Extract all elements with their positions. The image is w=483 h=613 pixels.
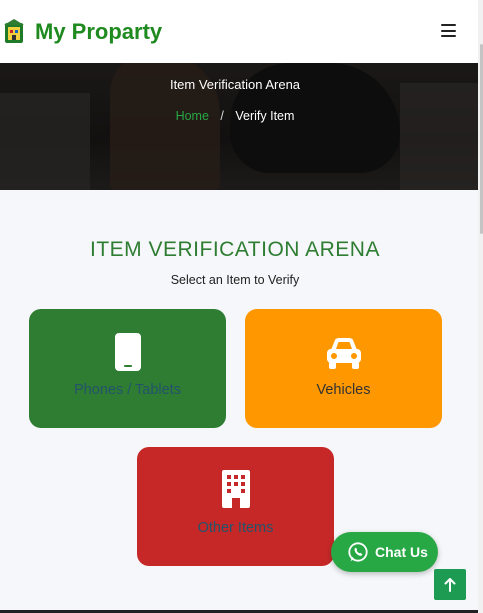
navbar: My Proparty <box>0 0 478 63</box>
breadcrumb: Home / Verify Item <box>0 109 470 123</box>
building-icon <box>221 470 250 508</box>
card-label: Other Items <box>197 520 274 536</box>
card-label: Phones / Tablets <box>74 382 181 398</box>
breadcrumb-home-link[interactable]: Home <box>176 109 209 123</box>
section-subtitle: Select an Item to Verify <box>170 273 300 287</box>
mobile-phone-icon <box>114 333 141 371</box>
arrow-up-icon <box>444 577 456 592</box>
brand-name[interactable]: My Proparty <box>35 19 162 45</box>
whatsapp-icon <box>348 542 368 562</box>
phones-tablets-card[interactable]: Phones / Tablets <box>29 309 226 428</box>
section-title: ITEM VERIFICATION ARENA <box>90 238 380 261</box>
other-items-card[interactable]: Other Items <box>137 447 334 566</box>
chat-us-label: Chat Us <box>375 544 428 560</box>
back-to-top-button[interactable] <box>434 569 466 600</box>
card-label: Vehicles <box>316 382 371 398</box>
hero-banner: Item Verification Arena Home / Verify It… <box>0 63 478 190</box>
breadcrumb-current: Verify Item <box>235 109 295 123</box>
house-logo-icon[interactable] <box>3 18 25 45</box>
vehicles-card[interactable]: Vehicles <box>245 309 442 428</box>
chat-us-button[interactable]: Chat Us <box>331 532 438 572</box>
scrollbar[interactable] <box>478 0 483 613</box>
breadcrumb-separator: / <box>220 109 224 123</box>
hamburger-icon[interactable] <box>441 24 456 37</box>
car-icon <box>326 338 361 369</box>
hero-title: Item Verification Arena <box>169 77 301 92</box>
